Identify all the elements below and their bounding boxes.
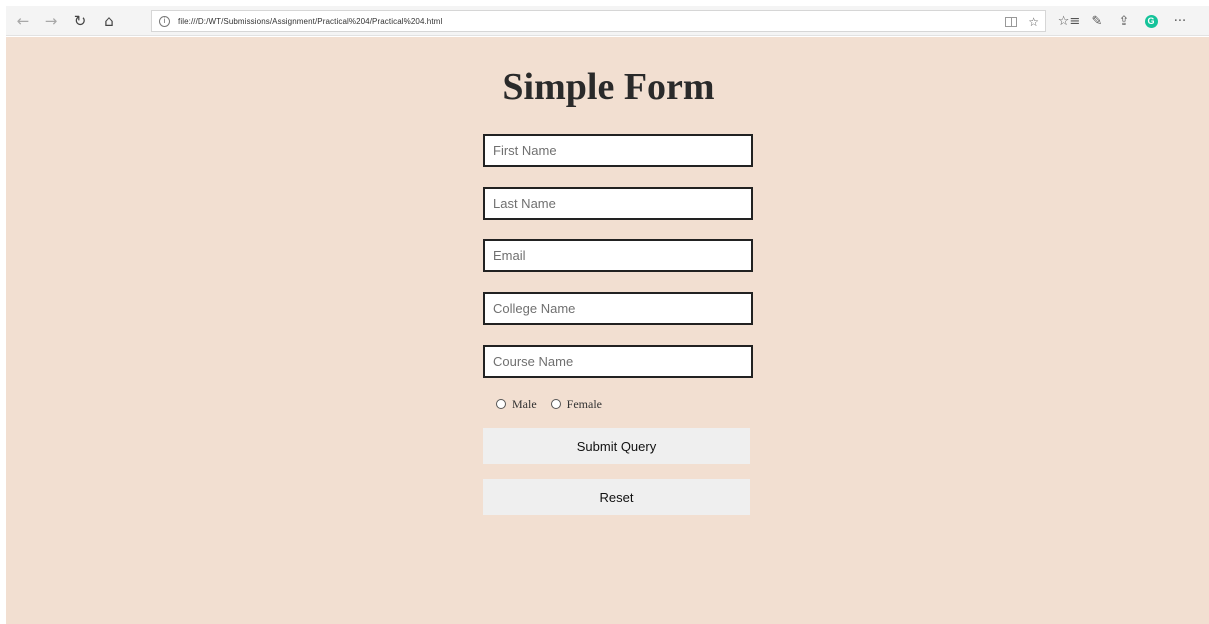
grammarly-extension-icon[interactable]: G	[1140, 10, 1162, 32]
extension-letter: G	[1144, 14, 1158, 28]
email-input[interactable]	[483, 239, 753, 272]
gender-radio-group: Male Female	[496, 396, 616, 412]
back-icon[interactable]: ←	[12, 10, 34, 32]
male-radio[interactable]	[496, 399, 506, 409]
reading-view-icon[interactable]	[1005, 17, 1018, 27]
female-radio[interactable]	[550, 399, 561, 409]
address-url[interactable]: file:///D:/WT/Submissions/Assignment/Pra…	[178, 17, 442, 26]
more-options-icon[interactable]: ···	[1169, 10, 1191, 32]
browser-toolbar: ← → ↻ ⌂ i file:///D:/WT/Submissions/Assi…	[6, 6, 1209, 36]
first-name-input[interactable]	[483, 134, 753, 167]
male-label[interactable]: Male	[512, 397, 537, 412]
refresh-icon[interactable]: ↻	[69, 10, 91, 32]
forward-icon[interactable]: →	[40, 10, 62, 32]
home-icon[interactable]: ⌂	[98, 10, 120, 32]
page-viewport: Simple Form Male Female Submit Query Res…	[6, 37, 1209, 624]
course-name-input[interactable]	[483, 345, 753, 378]
address-bar[interactable]: i file:///D:/WT/Submissions/Assignment/P…	[151, 10, 1046, 32]
female-label[interactable]: Female	[567, 397, 602, 412]
last-name-input[interactable]	[483, 187, 753, 220]
submit-button[interactable]: Submit Query	[483, 428, 750, 464]
favorites-list-icon[interactable]: ☆≡	[1058, 10, 1081, 32]
pen-icon[interactable]: ✎	[1086, 10, 1108, 32]
share-icon[interactable]: ⇪	[1113, 10, 1135, 32]
page-title: Simple Form	[502, 66, 715, 108]
info-icon[interactable]: i	[159, 15, 170, 27]
reset-button[interactable]: Reset	[483, 479, 750, 515]
favorite-star-icon[interactable]: ☆	[1028, 15, 1039, 29]
college-name-input[interactable]	[483, 292, 753, 325]
